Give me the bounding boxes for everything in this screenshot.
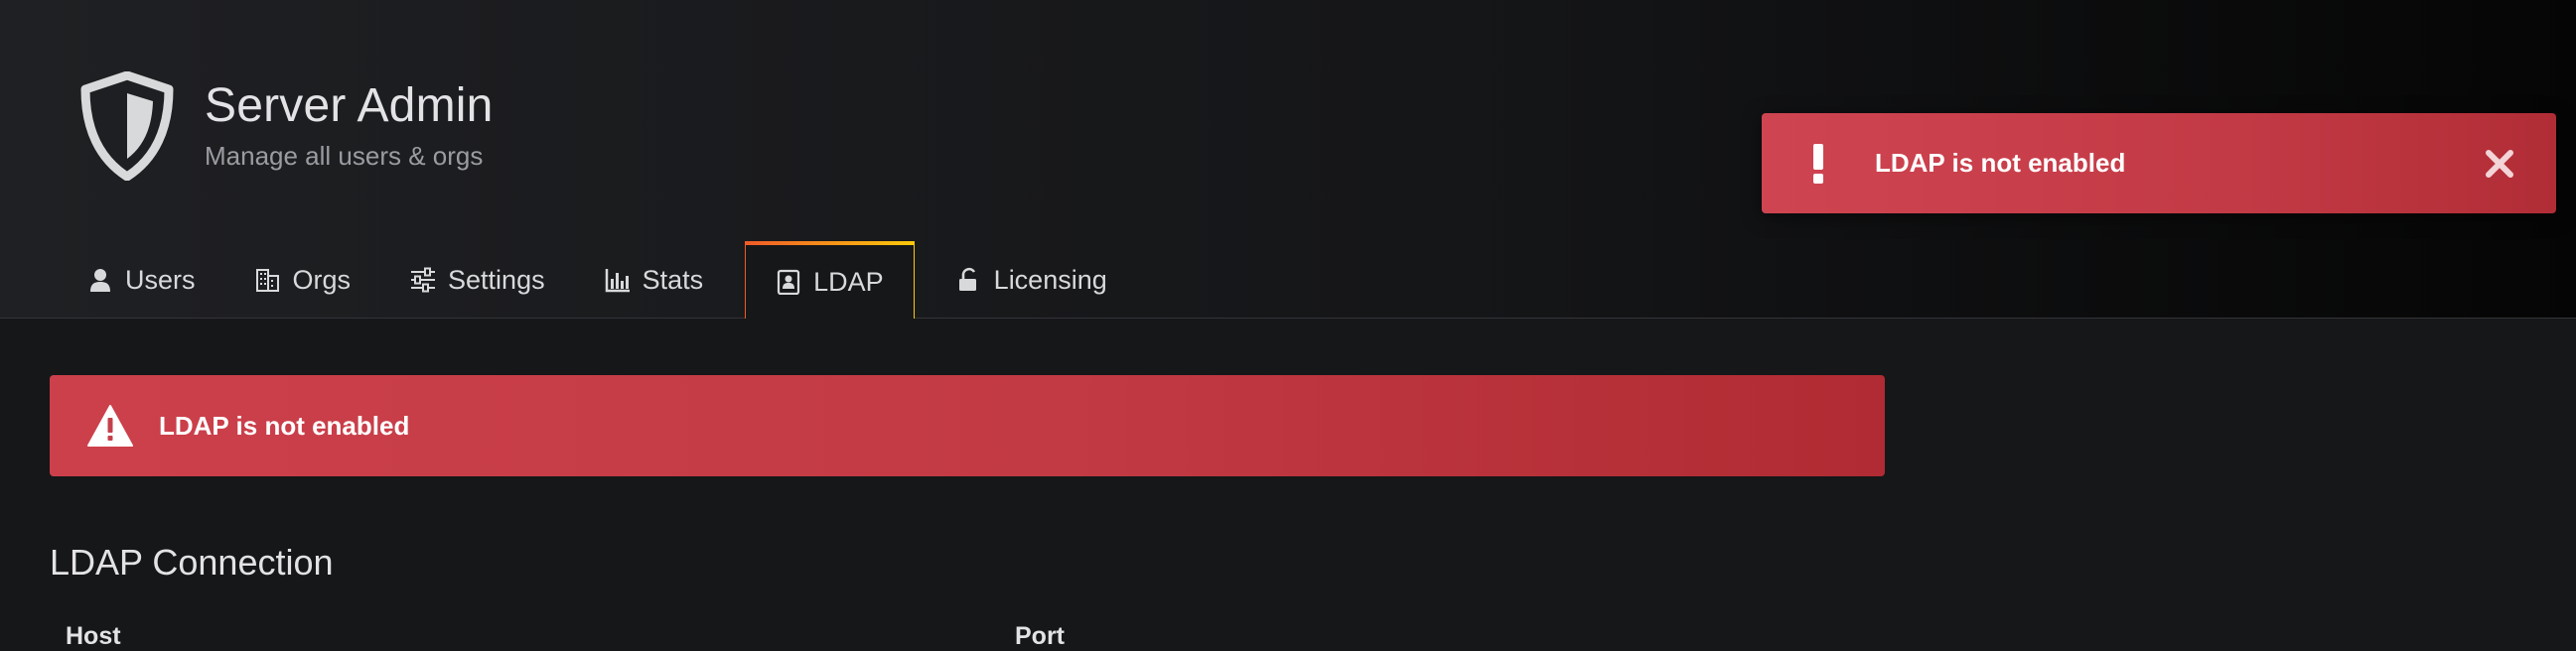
error-toast: LDAP is not enabled [1762,113,2556,213]
sliders-icon [411,267,436,293]
warning-triangle-icon [87,405,133,447]
page-subtitle: Manage all users & orgs [205,140,484,171]
tab-users[interactable]: Users [58,241,225,319]
tab-orgs-label: Orgs [292,264,352,295]
host-column-header: Host [66,622,121,650]
shield-icon [80,71,174,181]
tab-bar: Users Orgs Settings Stats LDAP Licensing [58,241,1137,320]
toast-message: LDAP is not enabled [1875,148,2126,178]
building-icon [255,269,279,292]
tab-orgs[interactable]: Orgs [225,241,381,319]
tab-licensing[interactable]: Licensing [927,241,1137,319]
bar-chart-icon [605,269,630,293]
tab-stats-label: Stats [642,264,704,295]
unlock-icon [958,267,976,291]
page-title: Server Admin [205,79,494,133]
port-column-header: Port [1015,622,1065,650]
tab-settings-label: Settings [448,264,545,295]
tab-settings[interactable]: Settings [380,241,575,319]
error-alert: LDAP is not enabled [50,375,1885,476]
user-icon [90,269,110,292]
alert-message: LDAP is not enabled [159,410,410,441]
contact-card-icon [778,269,800,295]
tab-stats[interactable]: Stats [575,241,734,319]
close-icon[interactable] [2485,149,2514,179]
tab-ldap[interactable]: LDAP [745,241,915,320]
tab-users-label: Users [125,264,196,295]
tab-licensing-label: Licensing [993,264,1107,295]
header-brand: Server Admin Manage all users & orgs [79,71,494,181]
exclamation-icon [1813,143,1823,184]
tab-ldap-label: LDAP [813,266,884,297]
section-title: LDAP Connection [50,542,334,583]
